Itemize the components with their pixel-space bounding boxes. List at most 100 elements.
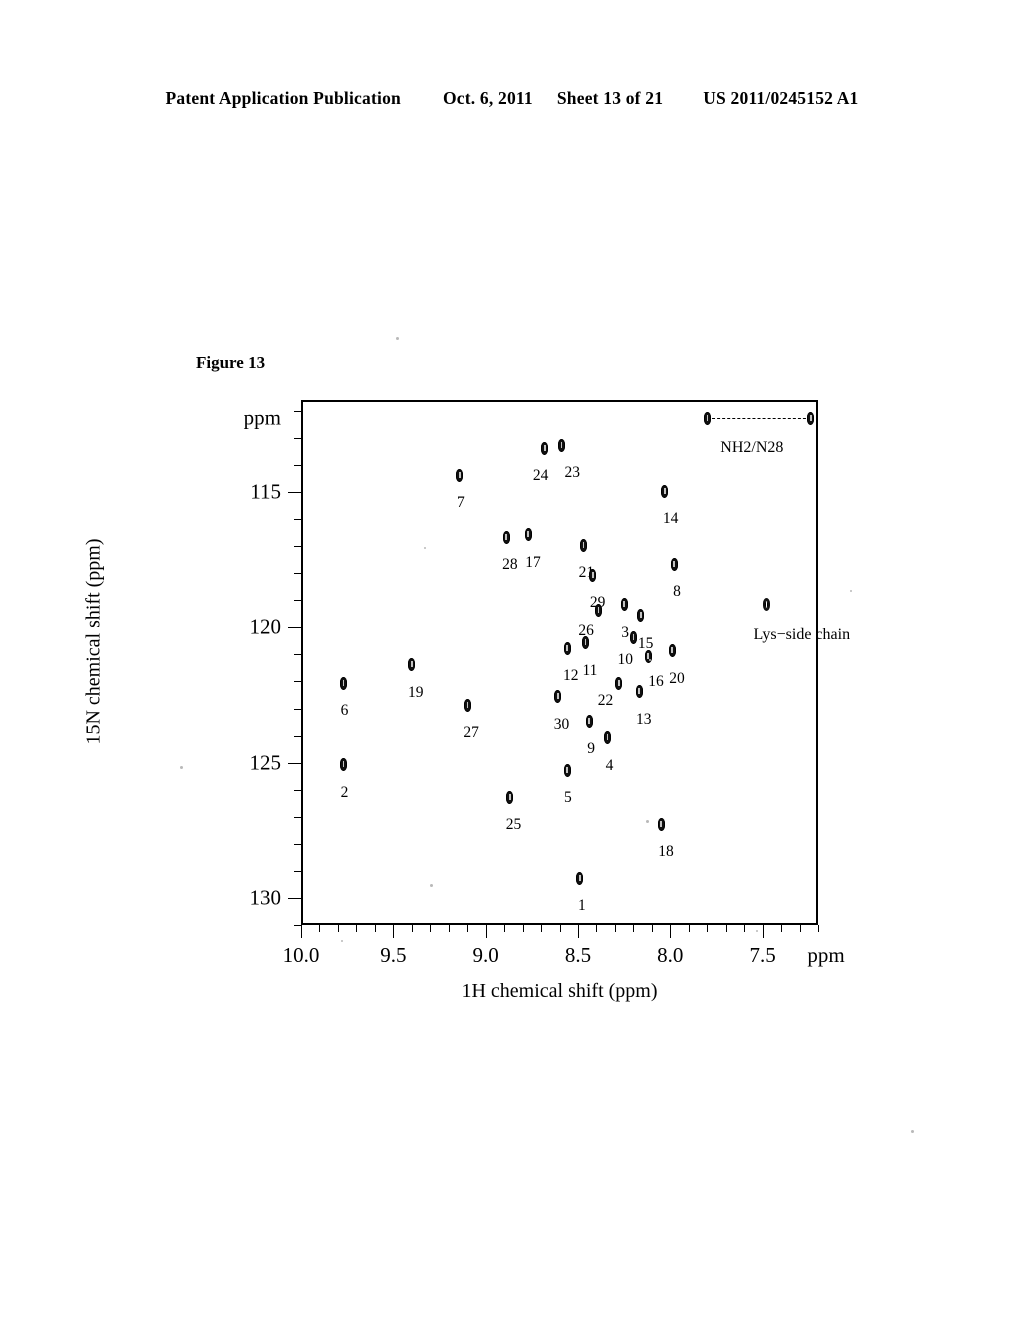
peak-label-11: 11 [582,661,598,679]
peak-label-30: 30 [553,715,570,733]
peak-label-1: 1 [577,897,586,915]
x-tick-minor [504,925,506,932]
x-axis: 10.0 9.5 9.0 8.5 8.0 7.5 ppm [283,925,845,967]
x-tick-label-9.0: 9.0 [472,943,499,967]
x-tick-minor [781,925,783,932]
peak-marker-5 [563,763,571,777]
y-tick-minor [294,816,301,818]
peak-label-3: 3 [621,623,630,641]
x-tick-minor [799,925,801,932]
y-axis-unit-label: ppm [243,405,281,430]
y-tick-minor [294,843,301,845]
peak-marker-18 [657,817,665,831]
peak-label-10: 10 [617,651,634,669]
peak-marker-10 [630,630,637,644]
peak-label-12: 12 [563,667,579,685]
lys-side-chain-label: Lys−side chain [753,625,851,643]
peak-label-28: 28 [502,556,518,574]
peak-label-6: 6 [340,702,349,720]
x-tick-major [485,925,487,938]
peak-marker-22 [615,676,623,690]
peak-marker-25 [506,790,514,804]
scan-artifact-speck [646,820,649,823]
peak-label-22: 22 [597,692,614,710]
peak-label-17: 17 [525,553,541,571]
peak-marker-16 [644,649,652,663]
peak-marker-7 [456,468,464,482]
x-tick-minor [467,925,469,932]
x-tick-label-9.5: 9.5 [380,943,407,967]
peak-label-9: 9 [587,740,595,758]
x-tick-minor [818,925,819,932]
peak-marker-1 [576,871,584,885]
y-tick-label-125: 125 [249,750,282,775]
x-tick-label-10.0: 10.0 [282,943,320,967]
scan-artifact-speck [911,1130,914,1133]
y-axis-title: 15N chemical shift (ppm) [82,538,105,745]
scan-artifact-speck [850,590,852,592]
x-tick-minor [430,925,432,932]
peak-marker-23 [558,438,565,452]
peak-marker-8 [670,557,678,571]
x-tick-minor [319,925,321,932]
y-tick-label-115: 115 [250,479,281,504]
y-tick-minor [294,654,301,656]
peak-label-19: 19 [407,683,424,701]
x-tick-minor [337,925,339,932]
y-tick-minor [294,437,301,439]
y-tick-minor [294,735,301,737]
x-tick-minor [356,925,358,932]
y-tick-major [288,762,301,764]
peak-marker-21 [580,538,588,552]
peak-label-14: 14 [662,510,679,528]
peak-label-5: 5 [564,789,572,807]
x-tick-minor [411,925,413,932]
x-tick-major [762,925,764,938]
peak-marker-6 [340,676,348,690]
peak-marker-26 [594,603,602,617]
peak-marker-13 [635,685,643,699]
peak-lys-side-chain [762,598,770,612]
peak-label-24: 24 [532,467,549,484]
y-tick-minor [294,708,301,710]
y-axis: 115 120 125 130 ppm [244,400,301,926]
scan-artifact-speck [396,337,399,340]
peak-label-8: 8 [673,583,681,601]
peak-marker-24 [541,441,549,455]
x-tick-minor [725,925,727,932]
peak-marker-29 [589,568,597,582]
y-tick-minor [294,789,301,791]
peak-marker-15 [637,609,645,623]
peak-marker-19 [408,658,416,671]
x-tick-major [393,925,395,938]
y-tick-minor [294,519,301,521]
scan-artifact-speck [649,659,651,661]
y-tick-label-120: 120 [249,614,282,639]
peak-marker-17 [524,528,532,542]
x-tick-major [301,925,302,938]
y-tick-minor [294,870,301,872]
x-tick-minor [541,925,543,932]
peak-label-18: 18 [658,843,674,861]
x-tick-minor [448,925,450,932]
nh2-n28-label: NH2/N28 [720,438,784,456]
scan-artifact-speck [424,547,426,549]
peak-marker-2 [340,758,348,772]
y-tick-minor [294,925,301,926]
peak-label-7: 7 [456,494,465,512]
peak-marker-27 [463,698,471,712]
x-tick-minor [559,925,561,932]
x-tick-minor [688,925,690,932]
x-tick-label-8.0: 8.0 [657,943,684,967]
peak-marker-3 [620,598,628,612]
peak-label-15: 15 [637,634,654,652]
y-tick-major [288,492,301,493]
y-tick-minor [294,464,301,466]
peak-marker-30 [554,690,562,704]
peak-label-29: 29 [589,594,606,612]
plot-frame: 24 23 7 14 28 17 21 29 8 26 3 15 19 6 12 11 10 16 20 22 13 27… [301,400,850,925]
peak-marker-12 [563,641,571,655]
x-axis-unit-label: ppm [807,943,845,967]
peak-marker-20 [668,644,676,658]
peak-label-13: 13 [636,710,652,728]
